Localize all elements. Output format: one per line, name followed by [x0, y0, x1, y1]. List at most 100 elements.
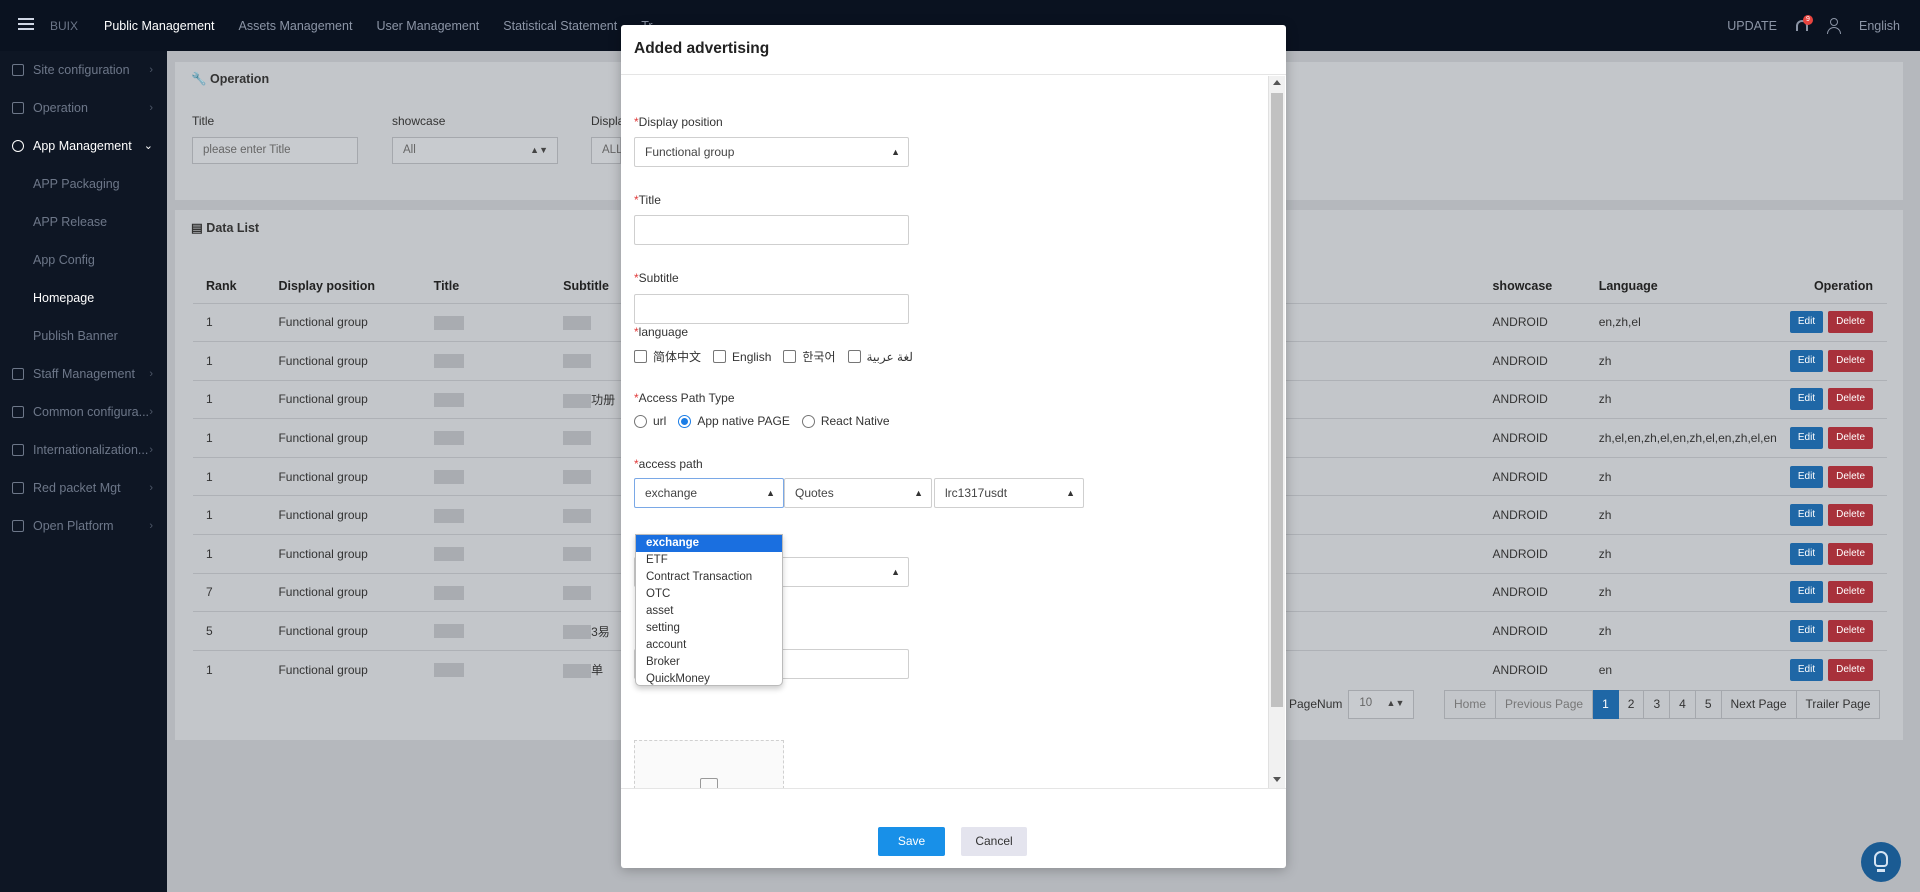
cell-language: zh,el,en,zh,el,en,zh,el,en,zh,el,en: [1585, 418, 1777, 458]
dropdown-option-asset[interactable]: asset: [636, 603, 782, 620]
sidebar-item-operation[interactable]: Operation ›: [0, 89, 167, 127]
delete-button[interactable]: Delete: [1828, 465, 1873, 488]
help-lightbulb-button[interactable]: [1861, 842, 1901, 882]
sidebar-item-red-packet-mgt[interactable]: Red packet Mgt ›: [0, 469, 167, 507]
access-path-select-1[interactable]: exchange ▲: [634, 478, 784, 508]
page-last-button[interactable]: Trailer Page: [1796, 690, 1881, 719]
redacted-subtitle: [563, 625, 592, 640]
title-input[interactable]: [634, 215, 909, 245]
sidebar-subitem-app-release[interactable]: APP Release: [0, 203, 167, 241]
save-button[interactable]: Save: [878, 827, 945, 856]
pagenum-control: PageNum 10 ▲▼: [1289, 690, 1415, 719]
sidebar-subitem-app-config[interactable]: App Config: [0, 241, 167, 279]
delete-button[interactable]: Delete: [1828, 427, 1873, 450]
page-button-3[interactable]: 3: [1644, 690, 1671, 719]
page-button-2[interactable]: 2: [1618, 690, 1645, 719]
data-list-title: ▤ Data List: [191, 221, 260, 235]
page-button-4[interactable]: 4: [1670, 690, 1696, 719]
select-arrows-icon: ▲: [891, 147, 900, 157]
pagenum-select[interactable]: 10 ▲▼: [1348, 690, 1415, 719]
checkbox-simplified-chinese[interactable]: [634, 350, 647, 363]
sidebar-item-internationalization[interactable]: Internationalization... ›: [0, 431, 167, 469]
update-button[interactable]: UPDATE: [1727, 19, 1777, 33]
cell-showcase: ANDROID: [1479, 379, 1586, 419]
dropdown-option-broker[interactable]: Broker: [636, 654, 782, 671]
sidebar-item-app-management[interactable]: App Management ⌄: [0, 127, 167, 165]
cell-rank: 1: [193, 418, 266, 458]
delete-button[interactable]: Delete: [1828, 504, 1873, 527]
cell-operation: Edit Delete: [1776, 572, 1887, 612]
page-button-1[interactable]: 1: [1593, 690, 1619, 719]
edit-button[interactable]: Edit: [1789, 427, 1824, 450]
sidebar-item-site-configuration[interactable]: Site configuration ›: [0, 51, 167, 89]
cell-display-position: Functional group: [265, 418, 421, 458]
radio-react-native[interactable]: [801, 414, 815, 428]
display-position-select[interactable]: Functional group ▲: [634, 137, 909, 167]
top-nav-statistical-statement[interactable]: Statistical Statement: [491, 0, 629, 51]
dropdown-option-setting[interactable]: setting: [636, 620, 782, 637]
edit-button[interactable]: Edit: [1789, 620, 1824, 643]
radio-url[interactable]: [634, 414, 647, 428]
dropdown-option-contract-transaction[interactable]: Contract Transaction: [636, 569, 782, 586]
sidebar-subitem-publish-banner[interactable]: Publish Banner: [0, 317, 167, 355]
dropdown-option-exchange[interactable]: exchange: [636, 535, 782, 552]
language-selector[interactable]: English: [1859, 19, 1900, 33]
image-upload-area[interactable]: [634, 740, 784, 788]
delete-button[interactable]: Delete: [1828, 542, 1873, 565]
edit-button[interactable]: Edit: [1789, 465, 1824, 488]
filter-display-select[interactable]: ALL: [591, 137, 622, 164]
cell-rank: 5: [193, 611, 266, 651]
sidebar-subitem-app-packaging[interactable]: APP Packaging: [0, 165, 167, 203]
delete-button[interactable]: Delete: [1828, 581, 1873, 604]
top-nav-assets-management[interactable]: Assets Management: [226, 0, 364, 51]
checkbox-korean[interactable]: [783, 350, 797, 363]
edit-button[interactable]: Edit: [1789, 581, 1824, 604]
delete-button[interactable]: Delete: [1828, 311, 1873, 334]
access-path-select-3[interactable]: lrc1317usdt ▲: [934, 478, 1084, 508]
page-prev-button[interactable]: Previous Page: [1496, 690, 1594, 719]
redacted-title: [433, 354, 464, 369]
user-icon[interactable]: [1827, 17, 1841, 34]
sidebar-subitem-homepage[interactable]: Homepage: [0, 279, 167, 317]
checkbox-arabic[interactable]: [847, 350, 861, 363]
access-path-select-2[interactable]: Quotes ▲: [784, 478, 932, 508]
col-title: Title: [433, 279, 460, 294]
chevron-right-icon: ›: [149, 368, 153, 380]
page-next-button[interactable]: Next Page: [1721, 690, 1797, 719]
cell-language: zh: [1585, 572, 1777, 612]
notification-bell-icon[interactable]: 9: [1795, 14, 1813, 34]
edit-button[interactable]: Edit: [1789, 542, 1824, 565]
top-nav-public-management[interactable]: Public Management: [92, 0, 226, 51]
edit-button[interactable]: Edit: [1789, 349, 1824, 372]
edit-button[interactable]: Edit: [1789, 311, 1824, 334]
page-button-5[interactable]: 5: [1695, 690, 1722, 719]
cell-showcase: ANDROID: [1479, 534, 1586, 574]
checkbox-english[interactable]: [713, 350, 727, 363]
cancel-button[interactable]: Cancel: [961, 827, 1027, 856]
dropdown-option-quickmoney[interactable]: QuickMoney: [636, 671, 782, 685]
top-nav-user-management[interactable]: User Management: [364, 0, 491, 51]
image-placeholder-icon: [700, 778, 718, 788]
notification-badge: 9: [1803, 14, 1813, 25]
dropdown-option-account[interactable]: account: [636, 637, 782, 654]
radio-app-native-page[interactable]: [678, 414, 692, 428]
edit-button[interactable]: Edit: [1789, 504, 1824, 527]
delete-button[interactable]: Delete: [1828, 658, 1873, 681]
sidebar-item-open-platform[interactable]: Open Platform ›: [0, 507, 167, 545]
filter-title-input[interactable]: please enter Title: [192, 137, 358, 164]
edit-button[interactable]: Edit: [1789, 388, 1824, 411]
filter-showcase-select[interactable]: All ▲▼: [392, 137, 558, 164]
page-home-button[interactable]: Home: [1444, 690, 1497, 719]
subtitle-input[interactable]: [634, 294, 909, 324]
delete-button[interactable]: Delete: [1828, 388, 1873, 411]
edit-button[interactable]: Edit: [1789, 658, 1824, 681]
delete-button[interactable]: Delete: [1828, 349, 1873, 372]
menu-toggle-icon[interactable]: [18, 18, 34, 32]
modal-footer: Save Cancel: [621, 789, 1286, 868]
modal-scrollbar[interactable]: [1268, 76, 1285, 788]
dropdown-option-etf[interactable]: ETF: [636, 552, 782, 569]
sidebar-item-staff-management[interactable]: Staff Management ›: [0, 355, 167, 393]
dropdown-option-otc[interactable]: OTC: [636, 586, 782, 603]
delete-button[interactable]: Delete: [1828, 620, 1873, 643]
sidebar-item-common-configuration[interactable]: Common configura... ›: [0, 393, 167, 431]
